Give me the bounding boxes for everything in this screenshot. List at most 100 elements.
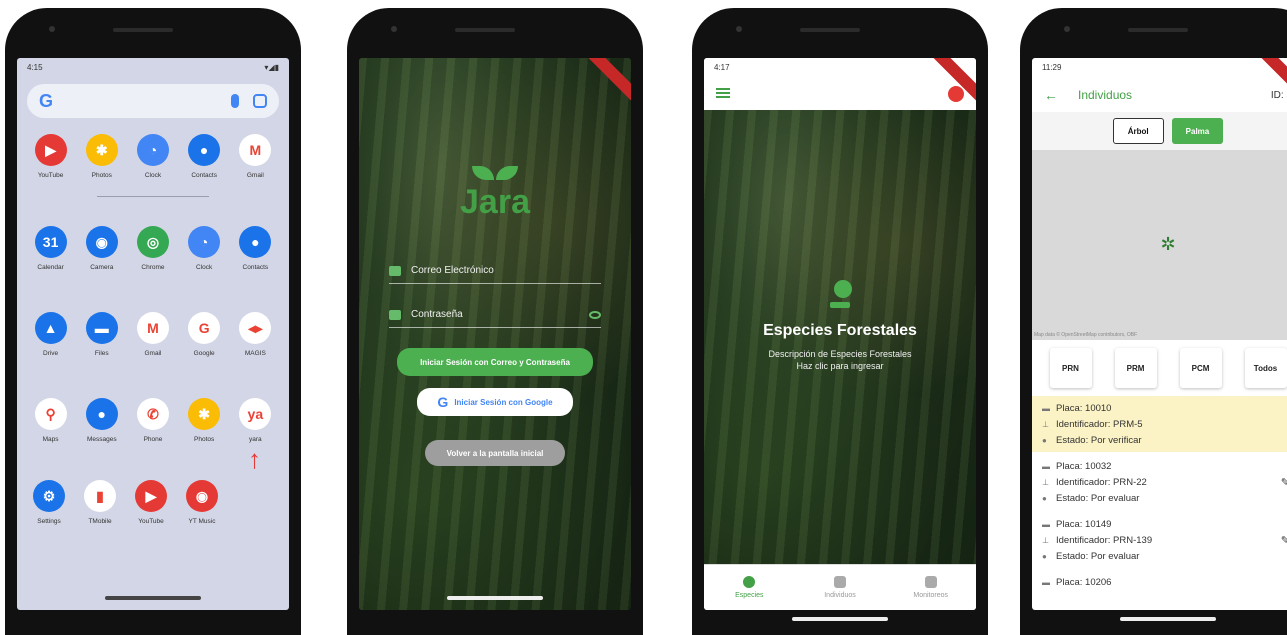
- earpiece: [800, 28, 860, 32]
- app-row: ▲ Drive ▬ Files M Gmail G Google ◂▸ MAGIS: [17, 312, 289, 357]
- earpiece: [1128, 28, 1188, 32]
- edit-icon[interactable]: ✎: [1281, 476, 1287, 489]
- nav-monitoreos[interactable]: Monitoreos: [885, 565, 976, 610]
- app-messages[interactable]: ● Messages: [78, 398, 126, 443]
- ytmusic-icon: ◉: [186, 480, 218, 512]
- nav-label: Monitoreos: [913, 592, 948, 599]
- gesture-bar[interactable]: [105, 596, 201, 600]
- lock-icon: [389, 309, 401, 320]
- chrome-icon: ◎: [136, 226, 169, 258]
- person-icon: ⊥: [1042, 535, 1049, 545]
- app-label: Settings: [37, 518, 61, 525]
- app-camera[interactable]: ◉ Camera: [78, 226, 126, 271]
- app-label: YouTube: [37, 172, 64, 179]
- item-identificador: Identificador: PRN-22: [1056, 476, 1147, 488]
- arrow-up-icon: ↑: [248, 444, 261, 474]
- app-label: Messages: [86, 436, 117, 443]
- app-phone[interactable]: ✆ Phone: [129, 398, 177, 443]
- toggle-palma[interactable]: Palma: [1171, 118, 1224, 144]
- google-icon: G: [188, 312, 221, 344]
- edit-icon[interactable]: ✎: [1281, 534, 1287, 547]
- phone-species: 4:17 Especies Forestales Descripción de …: [692, 8, 988, 635]
- app-gmail[interactable]: M Gmail: [231, 134, 279, 179]
- app-google[interactable]: G Google: [180, 312, 228, 357]
- app-clock[interactable]: ◔ Clock: [129, 134, 177, 179]
- app-youtube[interactable]: ▶ YouTube: [27, 134, 75, 179]
- app-contacts[interactable]: ● Contacts: [231, 226, 279, 271]
- app-maps[interactable]: ⚲ Maps: [27, 398, 75, 443]
- app-label: Calendar: [37, 264, 64, 271]
- type-toggle: Árbol Palma: [1032, 112, 1287, 150]
- app-clock[interactable]: ◔ Clock: [180, 226, 228, 271]
- app-gmail[interactable]: M Gmail: [129, 312, 177, 357]
- list-item[interactable]: ▬ Placa: 10010 ⊥ Identificador: PRM-5 ● Est…: [1032, 396, 1287, 452]
- app-chrome[interactable]: ◎ Chrome: [129, 226, 177, 271]
- filter-todos[interactable]: Todos: [1244, 348, 1287, 388]
- filter-prm[interactable]: PRM: [1114, 348, 1157, 388]
- app-label: YT Music: [188, 518, 216, 525]
- notification-badge[interactable]: [948, 86, 964, 102]
- toggle-arbol[interactable]: Árbol: [1112, 118, 1164, 144]
- app-files[interactable]: ▬ Files: [78, 312, 126, 357]
- menu-icon[interactable]: [716, 88, 730, 98]
- earpiece: [455, 28, 515, 32]
- species-hero-card[interactable]: Especies Forestales Descripción de Espec…: [704, 110, 976, 564]
- google-g-icon: G: [39, 90, 54, 111]
- status-time: 4:15: [27, 63, 43, 72]
- tmobile-icon: ▮: [84, 480, 116, 512]
- drive-icon: ▲: [34, 312, 67, 344]
- back-arrow-icon[interactable]: ←: [1044, 87, 1058, 103]
- tag-icon: ▬: [1042, 461, 1050, 471]
- filter-pcm[interactable]: PCM: [1179, 348, 1222, 388]
- nav-individuos[interactable]: Individuos: [795, 565, 886, 610]
- location-icon: [834, 576, 846, 588]
- app-contacts[interactable]: ● Contacts: [180, 134, 228, 179]
- bottom-navigation: Especies Individuos Monitoreos: [704, 564, 976, 610]
- password-placeholder: Contraseña: [411, 309, 463, 320]
- app-yara[interactable]: ya yara: [231, 398, 279, 443]
- palm-marker-icon[interactable]: ✲: [1160, 234, 1175, 255]
- gmail-icon: M: [136, 312, 169, 344]
- nav-especies[interactable]: Especies: [704, 565, 795, 610]
- front-camera: [736, 26, 742, 32]
- app-magis[interactable]: ◂▸ MAGIS: [231, 312, 279, 357]
- app-label: Maps: [42, 436, 59, 443]
- visibility-off-icon[interactable]: [589, 310, 601, 319]
- app-yt-music[interactable]: ◉ YT Music: [178, 480, 226, 525]
- app-label: MAGIS: [244, 350, 266, 357]
- filter-buttons: PRN PRM PCM Todos: [1032, 348, 1287, 388]
- gesture-bar[interactable]: [792, 617, 888, 621]
- app-row: ⚲ Maps ● Messages ✆ Phone ✱ Photos ya yara: [17, 398, 289, 443]
- app-settings[interactable]: ⚙ Settings: [25, 480, 73, 525]
- app-photos[interactable]: ✱ Photos: [180, 398, 228, 443]
- email-icon: [389, 265, 401, 276]
- gesture-bar[interactable]: [447, 596, 543, 600]
- app-drive[interactable]: ▲ Drive: [27, 312, 75, 357]
- password-field[interactable]: Contraseña: [389, 302, 601, 328]
- google-login-button[interactable]: G Iniciar Sesión con Google: [417, 388, 573, 416]
- app-photos[interactable]: ✱ Photos: [78, 134, 126, 179]
- tag-icon: ▬: [1042, 577, 1050, 587]
- lens-icon[interactable]: [253, 94, 267, 108]
- app-tmobile[interactable]: ▮ TMobile: [76, 480, 124, 525]
- list-item[interactable]: ▬ Placa: 10149 ⊥ Identificador: PRN-139 ● E…: [1032, 512, 1287, 568]
- phone-individuals: 11:29 ← Individuos ID: 5 Árbol Palma ✲ M…: [1020, 8, 1287, 635]
- leaf-icon: [472, 166, 494, 180]
- microphone-icon[interactable]: [231, 94, 239, 108]
- email-field[interactable]: Correo Electrónico: [389, 258, 601, 284]
- status-icon: ●: [1042, 493, 1047, 503]
- app-label: Contacts: [191, 172, 217, 179]
- app-label: Clock: [196, 264, 213, 271]
- email-login-button[interactable]: Iniciar Sesión con Correo y Contraseña: [397, 348, 593, 376]
- list-item[interactable]: ▬ Placa: 10032 ⊥ Identificador: PRN-22 ● Es…: [1032, 454, 1287, 510]
- map-view[interactable]: ✲ Map data © OpenStreetMap contributors,…: [1032, 150, 1287, 340]
- google-search-bar[interactable]: G: [27, 84, 279, 118]
- filter-prn[interactable]: PRN: [1049, 348, 1092, 388]
- app-youtube[interactable]: ▶ YouTube: [127, 480, 175, 525]
- back-to-start-button[interactable]: Volver a la pantalla inicial: [425, 440, 565, 466]
- app-calendar[interactable]: 31 Calendar: [27, 226, 75, 271]
- gesture-bar[interactable]: [1120, 617, 1216, 621]
- google-login-label: Iniciar Sesión con Google: [454, 397, 553, 407]
- app-logo: Jara: [359, 166, 631, 222]
- list-item[interactable]: ▬ Placa: 10206: [1032, 570, 1287, 594]
